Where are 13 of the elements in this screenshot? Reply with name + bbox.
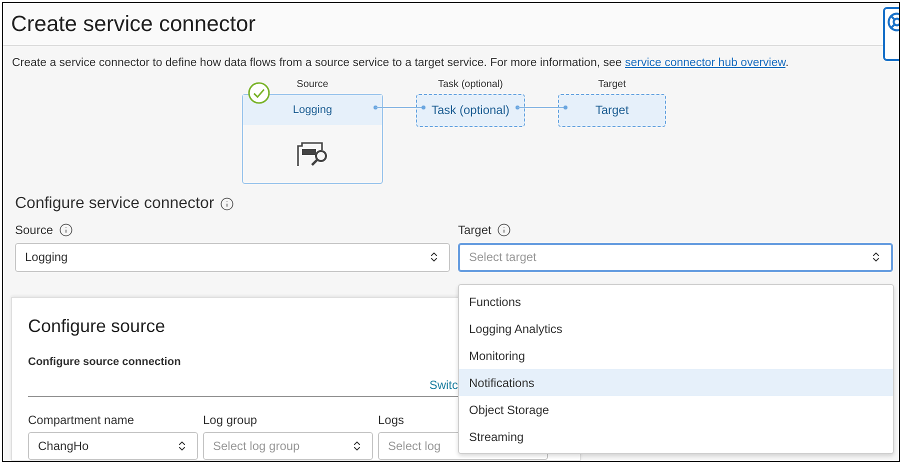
source-label: Logging bbox=[292, 102, 332, 118]
field-label: Target bbox=[458, 222, 492, 238]
step-caption: Source bbox=[296, 78, 328, 92]
page-title: Create service connector bbox=[11, 10, 256, 38]
panel-subheading: Configure source connection bbox=[28, 354, 181, 370]
step-caption: Task (optional) bbox=[438, 78, 504, 92]
section-heading: Configure service connector bbox=[15, 194, 214, 214]
field-label: Log group bbox=[203, 412, 258, 429]
step-caption: Target bbox=[598, 78, 626, 92]
description-text: Create a service connector to define how data flows from a source service to a target service. For more information, see service connector hub overview. bbox=[12, 56, 790, 71]
panel-heading: Configure source bbox=[28, 314, 166, 338]
field-label: Compartment name bbox=[28, 412, 136, 429]
field-label: Source bbox=[15, 222, 54, 238]
